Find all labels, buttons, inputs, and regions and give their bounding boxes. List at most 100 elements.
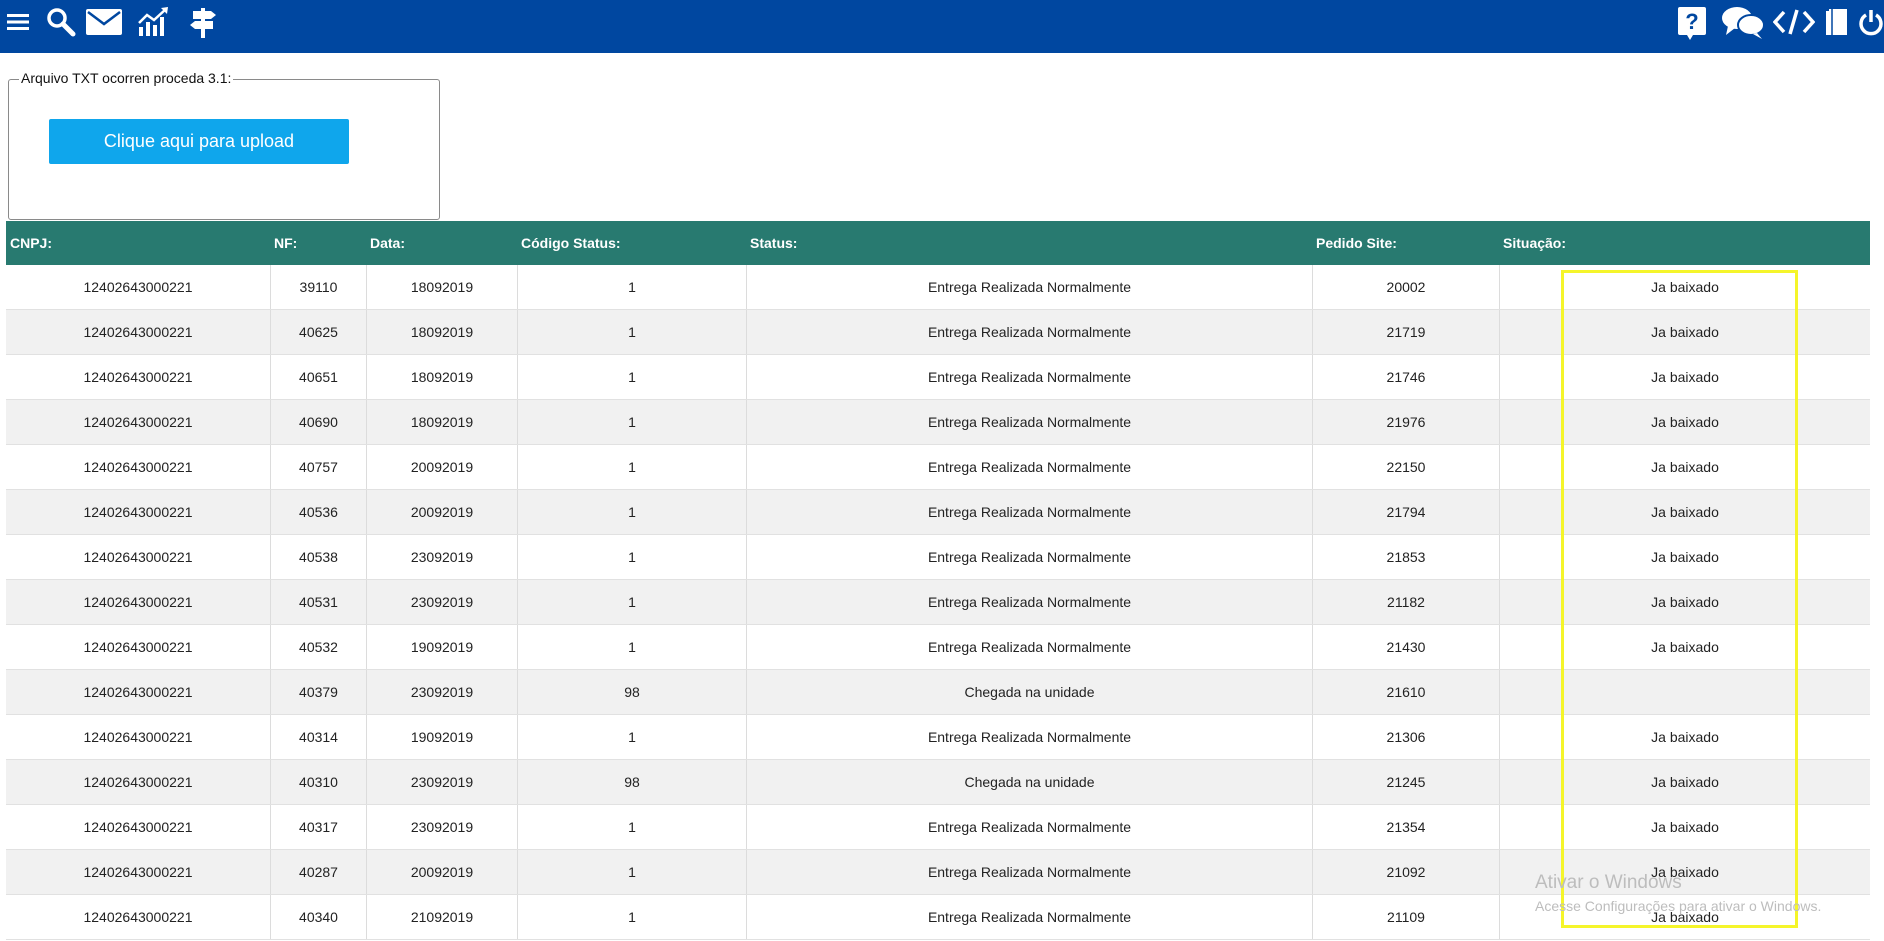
header-nf: NF: — [274, 235, 298, 251]
cell-nf: 39110 — [270, 265, 366, 309]
cell-situacao: Ja baixado — [1499, 715, 1870, 759]
table-body: 12402643000221 39110 18092019 1 Entrega Real… — [6, 265, 1870, 940]
cell-data: 23092019 — [366, 760, 517, 804]
cell-situacao: Ja baixado — [1499, 310, 1870, 354]
table-row: 12402643000221 40651 18092019 1 Entrega Real… — [6, 355, 1870, 400]
cell-pedido-site: 21853 — [1312, 535, 1499, 579]
cell-data: 23092019 — [366, 535, 517, 579]
table-row: 12402643000221 40538 23092019 1 Entrega Real… — [6, 535, 1870, 580]
cell-nf: 40757 — [270, 445, 366, 489]
cell-status: Chegada na unidade — [746, 760, 1312, 804]
table-row: 12402643000221 39110 18092019 1 Entrega Real… — [6, 265, 1870, 310]
cell-nf: 40314 — [270, 715, 366, 759]
header-cnpj: CNPJ: — [10, 235, 53, 251]
cell-codigo-status: 1 — [517, 445, 746, 489]
cell-situacao: Ja baixado — [1499, 850, 1870, 894]
cell-status: Entrega Realizada Normalmente — [746, 850, 1312, 894]
header-pedido-site: Pedido Site: — [1316, 235, 1397, 251]
menu-icon[interactable] — [4, 0, 32, 44]
cell-cnpj: 12402643000221 — [83, 504, 193, 520]
book-icon[interactable] — [1824, 0, 1850, 44]
cell-pedido-site: 21976 — [1312, 400, 1499, 444]
cell-status: Entrega Realizada Normalmente — [746, 580, 1312, 624]
cell-situacao: Ja baixado — [1499, 895, 1870, 939]
cell-pedido-site: 21354 — [1312, 805, 1499, 849]
cell-data: 18092019 — [366, 355, 517, 399]
cell-status: Entrega Realizada Normalmente — [746, 805, 1312, 849]
cell-pedido-site: 21306 — [1312, 715, 1499, 759]
table-row: 12402643000221 40317 23092019 1 Entrega Real… — [6, 805, 1870, 850]
cell-status: Entrega Realizada Normalmente — [746, 625, 1312, 669]
header-status: Status: — [750, 235, 798, 251]
cell-status: Entrega Realizada Normalmente — [746, 355, 1312, 399]
cell-nf: 40651 — [270, 355, 366, 399]
cell-pedido-site: 21182 — [1312, 580, 1499, 624]
help-icon[interactable]: ? — [1676, 0, 1708, 44]
cell-data: 23092019 — [366, 580, 517, 624]
cell-nf: 40538 — [270, 535, 366, 579]
mail-icon[interactable] — [84, 0, 124, 44]
cell-codigo-status: 1 — [517, 535, 746, 579]
power-icon[interactable] — [1858, 0, 1884, 44]
cell-nf: 40340 — [270, 895, 366, 939]
cell-pedido-site: 20002 — [1312, 265, 1499, 309]
cell-nf: 40317 — [270, 805, 366, 849]
cell-pedido-site: 21719 — [1312, 310, 1499, 354]
cell-situacao: Ja baixado — [1499, 805, 1870, 849]
cell-data: 23092019 — [366, 805, 517, 849]
cell-codigo-status: 1 — [517, 580, 746, 624]
table-header: CNPJ: NF: Data: Código Status: Status: P… — [6, 221, 1870, 265]
cell-codigo-status: 1 — [517, 625, 746, 669]
cell-codigo-status: 1 — [517, 805, 746, 849]
cell-cnpj: 12402643000221 — [83, 864, 193, 880]
cell-nf: 40690 — [270, 400, 366, 444]
cell-codigo-status: 1 — [517, 310, 746, 354]
code-icon[interactable] — [1772, 0, 1816, 44]
cell-situacao: Ja baixado — [1499, 625, 1870, 669]
chat-icon[interactable] — [1720, 0, 1766, 44]
cell-situacao: Ja baixado — [1499, 760, 1870, 804]
chart-icon[interactable] — [137, 0, 171, 44]
cell-cnpj: 12402643000221 — [83, 414, 193, 430]
upload-button[interactable]: Clique aqui para upload — [49, 119, 349, 164]
cell-codigo-status: 1 — [517, 265, 746, 309]
cell-cnpj: 12402643000221 — [83, 459, 193, 475]
table-row: 12402643000221 40379 23092019 98 Chegada na … — [6, 670, 1870, 715]
table-row: 12402643000221 40532 19092019 1 Entrega Real… — [6, 625, 1870, 670]
cell-cnpj: 12402643000221 — [83, 909, 193, 925]
table-row: 12402643000221 40314 19092019 1 Entrega Real… — [6, 715, 1870, 760]
cell-cnpj: 12402643000221 — [83, 684, 193, 700]
cell-data: 19092019 — [366, 715, 517, 759]
table-row: 12402643000221 40690 18092019 1 Entrega Real… — [6, 400, 1870, 445]
top-navigation-bar: ? — [0, 0, 1884, 53]
search-icon[interactable] — [44, 0, 78, 44]
cell-situacao: Ja baixado — [1499, 580, 1870, 624]
signpost-icon[interactable] — [188, 0, 218, 44]
header-situacao: Situação: — [1503, 235, 1567, 251]
cell-data: 19092019 — [366, 625, 517, 669]
cell-status: Entrega Realizada Normalmente — [746, 715, 1312, 759]
cell-codigo-status: 1 — [517, 490, 746, 534]
cell-cnpj: 12402643000221 — [83, 279, 193, 295]
cell-status: Entrega Realizada Normalmente — [746, 400, 1312, 444]
cell-codigo-status: 98 — [517, 760, 746, 804]
cell-nf: 40287 — [270, 850, 366, 894]
cell-codigo-status: 1 — [517, 400, 746, 444]
cell-data: 20092019 — [366, 850, 517, 894]
cell-nf: 40536 — [270, 490, 366, 534]
table-row: 12402643000221 40536 20092019 1 Entrega Real… — [6, 490, 1870, 535]
header-codigo-status: Código Status: — [521, 235, 621, 251]
cell-situacao: Ja baixado — [1499, 400, 1870, 444]
cell-nf: 40531 — [270, 580, 366, 624]
cell-pedido-site: 21794 — [1312, 490, 1499, 534]
cell-data: 20092019 — [366, 490, 517, 534]
svg-text:?: ? — [1685, 9, 1698, 34]
cell-pedido-site: 21746 — [1312, 355, 1499, 399]
table-row: 12402643000221 40757 20092019 1 Entrega Real… — [6, 445, 1870, 490]
cell-cnpj: 12402643000221 — [83, 639, 193, 655]
cell-codigo-status: 1 — [517, 355, 746, 399]
cell-status: Entrega Realizada Normalmente — [746, 535, 1312, 579]
cell-situacao: Ja baixado — [1499, 355, 1870, 399]
cell-cnpj: 12402643000221 — [83, 369, 193, 385]
cell-pedido-site: 21430 — [1312, 625, 1499, 669]
